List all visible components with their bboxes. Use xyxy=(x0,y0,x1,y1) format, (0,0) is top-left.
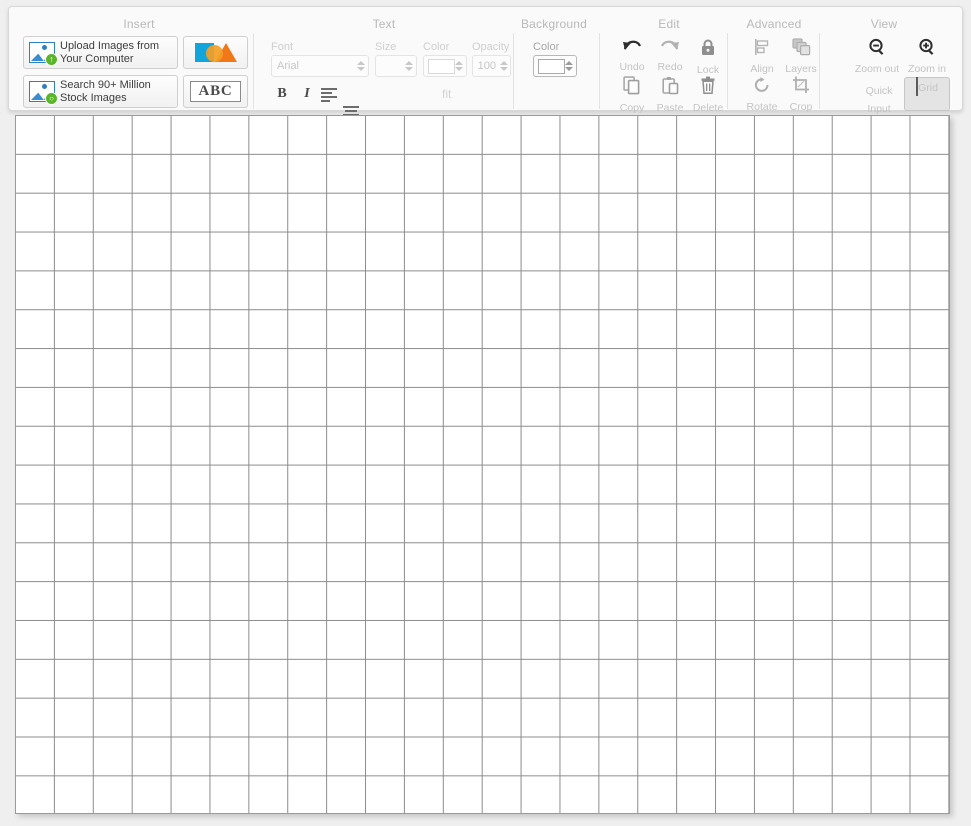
quick-input-label: Quick Input xyxy=(865,85,893,115)
background-color-picker[interactable] xyxy=(533,55,577,77)
align-objects-icon xyxy=(740,38,784,56)
canvas-grid-overlay xyxy=(16,116,949,813)
upload-images-button[interactable]: ↑ Upload Images from Your Computer xyxy=(23,36,178,69)
toolbar-divider xyxy=(599,33,600,109)
upload-images-label: Upload Images from Your Computer xyxy=(60,40,160,65)
paste-label: Paste xyxy=(656,102,684,114)
zoom-in-label: Zoom in xyxy=(908,63,946,75)
opacity-value: 100 xyxy=(477,60,496,72)
abc-text-icon: ABC xyxy=(190,81,241,102)
opacity-stepper[interactable] xyxy=(499,57,508,75)
lock-button[interactable]: Lock xyxy=(686,37,730,79)
font-label: Font xyxy=(271,41,294,53)
opacity-label: Opacity xyxy=(472,41,510,53)
size-input[interactable] xyxy=(375,55,417,77)
trash-icon xyxy=(686,76,730,95)
text-color-swatch[interactable] xyxy=(428,58,455,74)
fit-text-button[interactable]: fit xyxy=(442,87,451,101)
copy-label: Copy xyxy=(619,102,645,114)
rotate-button[interactable]: Rotate xyxy=(740,75,784,116)
section-title-edit: Edit xyxy=(658,17,680,31)
layers-label: Layers xyxy=(785,63,817,75)
toolbar-section-titles: Insert Text Background Edit Advanced Vie… xyxy=(9,7,962,31)
search-stock-images-label: Search 90+ Million Stock Images xyxy=(60,79,151,104)
quick-input-button[interactable]: Quick Input xyxy=(855,81,903,117)
shapes-icon xyxy=(194,42,237,64)
magnifier-plus-icon xyxy=(900,38,954,56)
insert-text-button[interactable]: ABC xyxy=(183,75,248,108)
zoom-in-button[interactable]: Zoom in xyxy=(900,37,954,78)
bold-button[interactable]: B xyxy=(272,85,292,103)
grid-toggle-button[interactable]: Grid xyxy=(904,77,950,111)
text-color-picker[interactable] xyxy=(423,55,467,77)
font-value: Arial xyxy=(277,60,300,72)
undo-label: Undo xyxy=(619,61,645,73)
background-color-label: Color xyxy=(533,41,560,53)
layers-icon xyxy=(779,38,823,56)
section-title-text: Text xyxy=(372,17,396,31)
section-title-background: Background xyxy=(520,17,588,31)
lock-icon xyxy=(686,38,730,57)
redo-label: Redo xyxy=(657,61,683,73)
align-objects-button[interactable]: Align xyxy=(740,37,784,78)
font-stepper[interactable] xyxy=(355,57,366,75)
background-color-swatch[interactable] xyxy=(538,58,565,74)
size-label: Size xyxy=(375,41,397,53)
magnifier-minus-icon xyxy=(850,38,904,56)
design-canvas[interactable] xyxy=(15,115,950,814)
layers-button[interactable]: Layers xyxy=(779,37,823,78)
insert-shape-button[interactable] xyxy=(183,36,248,69)
search-stock-images-button[interactable]: ○ Search 90+ Million Stock Images xyxy=(23,75,178,108)
crop-label: Crop xyxy=(789,101,813,113)
toolbar-divider xyxy=(253,33,254,109)
background-color-stepper[interactable] xyxy=(565,57,574,75)
image-upload-icon: ↑ xyxy=(29,42,58,66)
rotate-label: Rotate xyxy=(746,101,778,113)
image-search-icon: ○ xyxy=(29,81,58,105)
delete-button[interactable]: Delete xyxy=(686,75,730,117)
text-color-stepper[interactable] xyxy=(455,57,464,75)
section-title-insert: Insert xyxy=(123,17,155,31)
font-select[interactable]: Arial xyxy=(271,55,369,77)
align-label: Align xyxy=(750,63,774,75)
delete-label: Delete xyxy=(692,102,724,114)
italic-button[interactable]: I xyxy=(297,85,317,103)
text-color-label: Color xyxy=(423,41,450,53)
align-left-icon[interactable] xyxy=(319,85,339,103)
editor-toolbar: Insert Text Background Edit Advanced Vie… xyxy=(8,6,963,174)
section-title-view: View xyxy=(870,17,898,31)
size-stepper[interactable] xyxy=(403,57,414,75)
crop-icon xyxy=(779,76,823,94)
rotate-icon xyxy=(740,76,784,94)
opacity-input[interactable]: 100 xyxy=(472,55,511,77)
crop-button[interactable]: Crop xyxy=(779,75,823,116)
zoom-out-button[interactable]: Zoom out xyxy=(850,37,904,78)
section-title-advanced: Advanced xyxy=(746,17,802,31)
zoom-out-label: Zoom out xyxy=(854,63,900,75)
grid-label: Grid xyxy=(918,82,938,94)
toolbar-divider xyxy=(513,33,514,109)
